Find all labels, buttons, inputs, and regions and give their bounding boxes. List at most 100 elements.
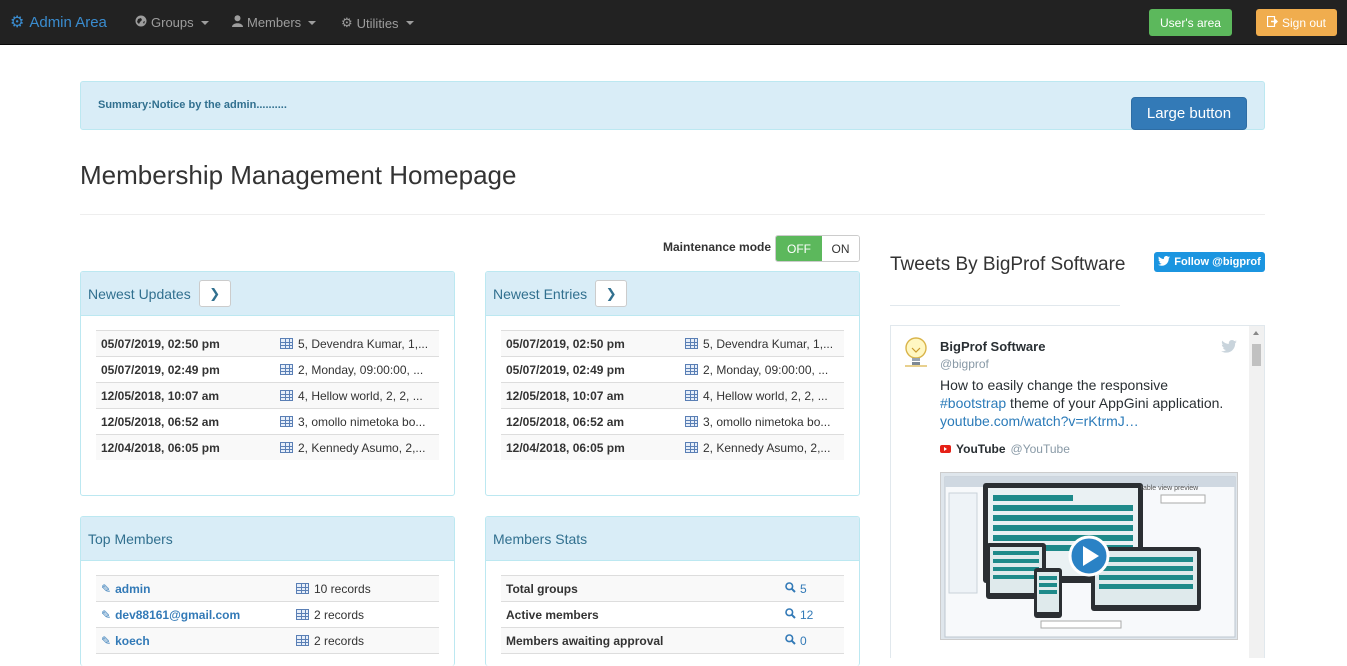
brand-label: Admin Area	[29, 13, 107, 31]
tweet-text: How to easily change the responsive #boo…	[940, 376, 1240, 430]
large-button[interactable]: Large button	[1131, 97, 1247, 130]
card-source[interactable]: YouTube @YouTube	[940, 442, 1070, 456]
table-row[interactable]: 05/07/2019, 02:50 pm 5, Devendra Kumar, 1…	[501, 330, 844, 356]
users-area-button[interactable]: User's area	[1149, 9, 1232, 36]
pencil-icon: ✎	[101, 633, 112, 648]
stat-value: 0	[800, 633, 807, 648]
row-record: 3, omollo nimetoka bo...	[298, 414, 426, 429]
page-title: Membership Management Homepage	[80, 160, 517, 190]
video-caption: table view preview	[1141, 485, 1199, 492]
youtube-icon	[940, 445, 951, 453]
table-icon	[685, 364, 698, 375]
stat-label: Active members	[506, 607, 599, 622]
search-icon	[785, 633, 796, 648]
member-link[interactable]: ✎ dev88161@gmail.com	[101, 608, 296, 622]
stat-link[interactable]: 5	[785, 582, 807, 596]
view-more-button[interactable]: ❯	[198, 280, 231, 307]
row-date: 12/05/2018, 10:07 am	[506, 388, 625, 403]
sign-out-label: Sign out	[1281, 15, 1327, 30]
sign-out-button[interactable]: Sign out	[1256, 9, 1337, 36]
members-stats-panel: Members Stats Total groups 5 Active memb…	[485, 516, 860, 666]
caret-down-icon	[405, 21, 414, 25]
maintenance-off-option[interactable]: OFF	[776, 236, 822, 261]
scrollbar-thumb[interactable]	[1252, 344, 1261, 366]
view-more-button[interactable]: ❯	[595, 280, 628, 307]
row-record: 2, Monday, 09:00:00, ...	[703, 362, 829, 377]
panel-heading: Newest Entries ❯	[486, 272, 859, 316]
list-item	[96, 653, 439, 663]
divider	[890, 305, 1120, 306]
pencil-icon: ✎	[101, 607, 112, 622]
stat-link[interactable]: 12	[785, 608, 813, 622]
maintenance-toggle[interactable]: OFF ON	[775, 235, 860, 262]
stat-link[interactable]: 0	[785, 634, 807, 648]
chevron-right-icon: ❯	[209, 285, 221, 301]
stat-label: Members awaiting approval	[506, 633, 664, 648]
caret-down-icon	[308, 20, 317, 25]
member-link[interactable]: ✎ koech	[101, 634, 296, 648]
table-icon	[296, 635, 309, 646]
table-row[interactable]: 05/07/2019, 02:49 pm 2, Monday, 09:00:00,…	[501, 356, 844, 382]
newest-updates-panel: Newest Updates ❯ 05/07/2019, 02:50 pm 5, …	[80, 271, 455, 496]
table-icon	[296, 583, 309, 594]
search-icon	[785, 607, 796, 622]
maintenance-on-option[interactable]: ON	[822, 236, 859, 261]
members-menu[interactable]: Members	[232, 15, 317, 30]
row-record: 2, Kennedy Asumo, 2,...	[703, 440, 831, 455]
brand-link[interactable]: ⚙ Admin Area	[10, 12, 107, 32]
row-date: 12/04/2018, 06:05 pm	[101, 440, 220, 455]
divider	[80, 214, 1265, 215]
table-row[interactable]: 12/04/2018, 06:05 pm 2, Kennedy Asumo, 2,…	[501, 434, 844, 460]
user-icon	[232, 15, 243, 30]
groups-menu-label: Groups	[151, 15, 194, 30]
list-item: ✎ admin 10 records	[96, 575, 439, 601]
panel-heading: Newest Updates ❯	[81, 272, 454, 316]
row-record: 2, Monday, 09:00:00, ...	[298, 362, 424, 377]
table-icon	[685, 338, 698, 349]
table-icon	[685, 416, 698, 427]
utilities-menu-label: Utilities	[356, 15, 399, 31]
avatar[interactable]	[903, 336, 929, 368]
table-row[interactable]: 05/07/2019, 02:50 pm 5, Devendra Kumar, 1…	[96, 330, 439, 356]
row-date: 05/07/2019, 02:49 pm	[101, 362, 220, 377]
table-row[interactable]: 12/05/2018, 10:07 am 4, Hellow world, 2, …	[501, 382, 844, 408]
utilities-menu[interactable]: ⚙ Utilities	[341, 15, 414, 31]
table-row[interactable]: 12/04/2018, 06:05 pm 2, Kennedy Asumo, 2,…	[96, 434, 439, 460]
table-icon	[280, 390, 293, 401]
table-row[interactable]: 12/05/2018, 06:52 am 3, omollo nimetoka b…	[96, 408, 439, 434]
panel-heading: Members Stats	[486, 517, 859, 561]
table-icon	[685, 390, 698, 401]
sign-out-icon	[1266, 15, 1278, 30]
list-item: Members awaiting approval 0	[501, 627, 844, 653]
twitter-bird-icon[interactable]	[1221, 340, 1237, 356]
tweet-link[interactable]: youtube.com/watch?v=rKtrmJ…	[940, 413, 1139, 429]
table-row[interactable]: 05/07/2019, 02:49 pm 2, Monday, 09:00:00,…	[96, 356, 439, 382]
list-item	[501, 653, 844, 663]
table-row[interactable]: 12/05/2018, 06:52 am 3, omollo nimetoka b…	[501, 408, 844, 434]
twitter-timeline[interactable]: BigProf Software @bigprof How to easily …	[890, 325, 1265, 658]
panel-heading: Top Members	[81, 517, 454, 561]
tweet-text-part: theme of your AppGini application.	[1006, 395, 1224, 411]
member-link[interactable]: ✎ admin	[101, 582, 296, 596]
row-date: 12/05/2018, 06:52 am	[101, 414, 220, 429]
row-record: 4, Hellow world, 2, 2, ...	[703, 388, 828, 403]
member-records: 10 records	[314, 581, 371, 596]
panel-title: Members Stats	[493, 530, 588, 547]
twitter-bird-icon	[1158, 255, 1171, 269]
panel-title: Top Members	[88, 530, 173, 547]
timeline-scrollbar[interactable]	[1249, 326, 1264, 658]
member-name: dev88161@gmail.com	[115, 607, 241, 622]
video-thumbnail[interactable]: table view preview	[940, 472, 1238, 640]
table-row[interactable]: 12/05/2018, 10:07 am 4, Hellow world, 2, …	[96, 382, 439, 408]
scroll-up-icon[interactable]	[1253, 331, 1259, 335]
tweet-author-name[interactable]: BigProf Software	[940, 339, 1045, 354]
groups-menu[interactable]: Groups	[135, 15, 209, 30]
stat-value: 5	[800, 581, 807, 596]
stat-value: 12	[800, 607, 814, 622]
pencil-icon: ✎	[101, 581, 112, 596]
follow-button[interactable]: Follow @bigprof	[1154, 252, 1265, 272]
hashtag-link[interactable]: #bootstrap	[940, 395, 1006, 411]
row-record: 5, Devendra Kumar, 1,...	[298, 336, 429, 351]
maintenance-mode-label: Maintenance mode	[663, 240, 772, 254]
tweet-author-handle[interactable]: @bigprof	[940, 357, 989, 371]
